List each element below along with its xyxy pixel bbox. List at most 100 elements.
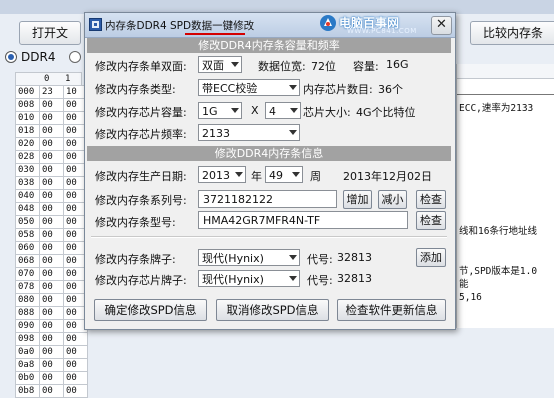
hex-cell[interactable]: 00 [39, 228, 64, 242]
table-row: 000 23 10 [15, 85, 88, 99]
table-row: 028 00 00 [15, 150, 88, 164]
chevron-down-icon [289, 130, 297, 135]
chip-multiplier-value: 4 [269, 105, 276, 118]
chip-capacity-select[interactable]: 1G [198, 102, 242, 119]
chip-count-label: 内存芯片数目: [303, 83, 373, 96]
hex-row-address: 090 [15, 319, 40, 333]
hex-cell[interactable]: 00 [63, 384, 88, 398]
data-width-value: 72位 [311, 60, 336, 73]
hex-cell[interactable]: 00 [39, 202, 64, 216]
chip-brand-select[interactable]: 现代(Hynix) [198, 270, 300, 287]
module-code-value: 32813 [337, 251, 372, 264]
hex-cell[interactable]: 00 [39, 319, 64, 333]
model-input[interactable]: HMA42GR7MFR4N-TF [198, 211, 408, 229]
hex-row-address: 028 [15, 150, 40, 164]
hex-cell[interactable]: 00 [39, 332, 64, 346]
table-row: 068 00 00 [15, 254, 88, 268]
spd-info-line: ECC,速率为2133 [459, 103, 534, 114]
hex-cell[interactable]: 00 [63, 358, 88, 372]
serial-decrease-button[interactable]: 减小 [378, 190, 407, 209]
divider [457, 94, 554, 95]
week-select-value: 49 [269, 169, 283, 182]
open-file-button[interactable]: 打开文 [19, 21, 81, 45]
table-row: 048 00 00 [15, 202, 88, 216]
table-row: 030 00 00 [15, 163, 88, 177]
hex-cell[interactable]: 00 [39, 111, 64, 125]
hex-cell[interactable]: 00 [39, 98, 64, 112]
hex-cell[interactable]: 00 [39, 358, 64, 372]
serial-check-button[interactable]: 检查 [416, 190, 446, 209]
chip-capacity-value: 1G [202, 105, 218, 118]
serial-input[interactable]: 3721182122 [198, 190, 337, 208]
hex-cell[interactable]: 00 [39, 241, 64, 255]
hex-cell[interactable]: 00 [39, 215, 64, 229]
module-brand-label: 修改内存条牌子: [95, 253, 176, 266]
year-select[interactable]: 2013 [198, 166, 246, 183]
module-brand-select[interactable]: 现代(Hynix) [198, 249, 300, 266]
compare-memory-button[interactable]: 比较内存条 [470, 21, 554, 45]
type-select[interactable]: 带ECC校验 [198, 79, 300, 96]
hex-cell[interactable]: 00 [63, 371, 88, 385]
week-select[interactable]: 49 [265, 166, 303, 183]
close-button[interactable]: ✕ [431, 16, 452, 35]
multiply-sign: X [251, 104, 259, 117]
table-row: 010 00 00 [15, 111, 88, 125]
hex-cell[interactable]: 00 [39, 306, 64, 320]
capacity-value: 16G [386, 58, 409, 71]
hex-row-address: 078 [15, 280, 40, 294]
table-row: 088 00 00 [15, 306, 88, 320]
spd-info-line: 5,16 [459, 292, 482, 303]
hex-cell[interactable]: 00 [39, 384, 64, 398]
chip-size-value: 4G个比特位 [356, 106, 416, 119]
hex-cell[interactable]: 00 [39, 345, 64, 359]
hex-row-address: 030 [15, 163, 40, 177]
ddr4-radio-label: DDR4 [21, 50, 56, 64]
hex-cell[interactable]: 00 [63, 332, 88, 346]
hex-cell[interactable]: 00 [39, 176, 64, 190]
hex-row-address: 068 [15, 254, 40, 268]
hex-cell[interactable]: 00 [39, 163, 64, 177]
frequency-select[interactable]: 2133 [198, 124, 300, 141]
table-row: 070 00 00 [15, 267, 88, 281]
hex-cell[interactable]: 23 [39, 85, 64, 99]
table-row: 0b0 00 00 [15, 371, 88, 385]
rank-label: 修改内存条单双面: [95, 60, 187, 73]
confirm-spd-button[interactable]: 确定修改SPD信息 [94, 299, 207, 321]
model-check-button[interactable]: 检查 [416, 211, 446, 230]
hex-row-address: 058 [15, 228, 40, 242]
table-row: 080 00 00 [15, 293, 88, 307]
ddr4-radio[interactable]: DDR4 [5, 50, 55, 64]
add-brand-button[interactable]: 添加 [416, 248, 446, 267]
hex-cell[interactable]: 00 [39, 267, 64, 281]
hex-row-address: 070 [15, 267, 40, 281]
hex-row-address: 0a8 [15, 358, 40, 372]
table-row: 058 00 00 [15, 228, 88, 242]
hex-cell[interactable]: 00 [39, 254, 64, 268]
radio-unselected[interactable] [69, 51, 81, 63]
spd-info-line: 线和16条行地址线 [459, 226, 537, 237]
hex-cell[interactable]: 00 [39, 189, 64, 203]
chevron-down-icon [289, 255, 297, 260]
hex-cell[interactable]: 00 [39, 293, 64, 307]
hex-cell[interactable]: 00 [39, 371, 64, 385]
hex-cell[interactable]: 00 [39, 280, 64, 294]
spd-info-panel: ECC,速率为2133 线和16条行地址线 节,SPD版本是1.0 能 5,16 [456, 64, 554, 328]
chevron-down-icon [235, 172, 243, 177]
serial-increase-button[interactable]: 增加 [343, 190, 372, 209]
cancel-spd-button[interactable]: 取消修改SPD信息 [216, 299, 329, 321]
hex-cell[interactable]: 00 [63, 345, 88, 359]
hex-cell[interactable]: 00 [39, 137, 64, 151]
chip-multiplier-select[interactable]: 4 [265, 102, 301, 119]
hex-row-address: 040 [15, 189, 40, 203]
rank-select[interactable]: 双面 [198, 56, 242, 73]
radio-selected-icon [5, 51, 17, 63]
chevron-down-icon [231, 108, 239, 113]
hex-row-address: 038 [15, 176, 40, 190]
chip-code-label: 代号: [307, 274, 333, 287]
hex-cell[interactable]: 00 [39, 150, 64, 164]
table-row: 0a0 00 00 [15, 345, 88, 359]
week-unit: 周 [310, 170, 321, 183]
check-update-button[interactable]: 检查软件更新信息 [337, 299, 446, 321]
hex-cell[interactable]: 00 [39, 124, 64, 138]
chevron-down-icon [289, 276, 297, 281]
